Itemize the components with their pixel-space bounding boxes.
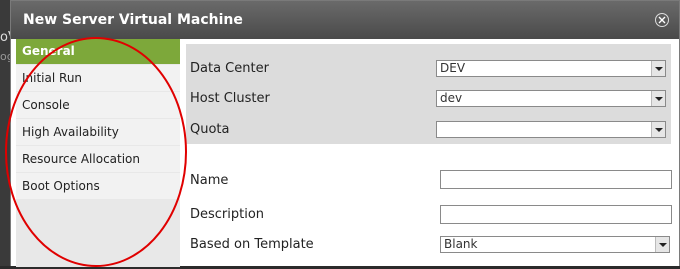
sidebar-item-initial-run[interactable]: Initial Run [16, 65, 180, 91]
description-input[interactable] [440, 205, 672, 224]
cluster-section: Data Center DEV Host Cluster dev Quota [186, 44, 671, 144]
dialog-sidebar: General Initial Run Console High Availab… [16, 39, 180, 267]
name-label: Name [190, 173, 229, 188]
data-center-value: DEV [440, 61, 466, 75]
data-center-label: Data Center [190, 61, 269, 76]
sidebar-item-boot-options[interactable]: Boot Options [16, 173, 180, 199]
template-label: Based on Template [190, 237, 314, 252]
dialog-content: Data Center DEV Host Cluster dev Quota N… [186, 39, 672, 267]
template-select[interactable]: Blank [440, 236, 670, 253]
host-cluster-select[interactable]: dev [436, 90, 666, 107]
sidebar-item-console[interactable]: Console [16, 92, 180, 118]
quota-label: Quota [190, 122, 230, 137]
chevron-down-icon [651, 122, 665, 137]
dialog-title: New Server Virtual Machine [23, 12, 243, 28]
host-cluster-label: Host Cluster [190, 91, 270, 106]
quota-select[interactable] [436, 121, 666, 138]
sidebar-item-resource-allocation[interactable]: Resource Allocation [16, 146, 180, 172]
chevron-down-icon [651, 91, 665, 106]
data-center-select[interactable]: DEV [436, 60, 666, 77]
sidebar-item-general[interactable]: General [16, 39, 180, 64]
chevron-down-icon [655, 237, 669, 252]
host-cluster-value: dev [440, 91, 463, 105]
dialog-titlebar: New Server Virtual Machine [11, 1, 679, 39]
template-value: Blank [444, 237, 478, 251]
sidebar-item-high-availability[interactable]: High Availability [16, 119, 180, 145]
chevron-down-icon [651, 61, 665, 76]
name-input[interactable] [440, 170, 672, 189]
close-icon[interactable] [655, 13, 669, 27]
new-vm-dialog: New Server Virtual Machine General Initi… [10, 0, 680, 267]
description-label: Description [190, 207, 265, 222]
